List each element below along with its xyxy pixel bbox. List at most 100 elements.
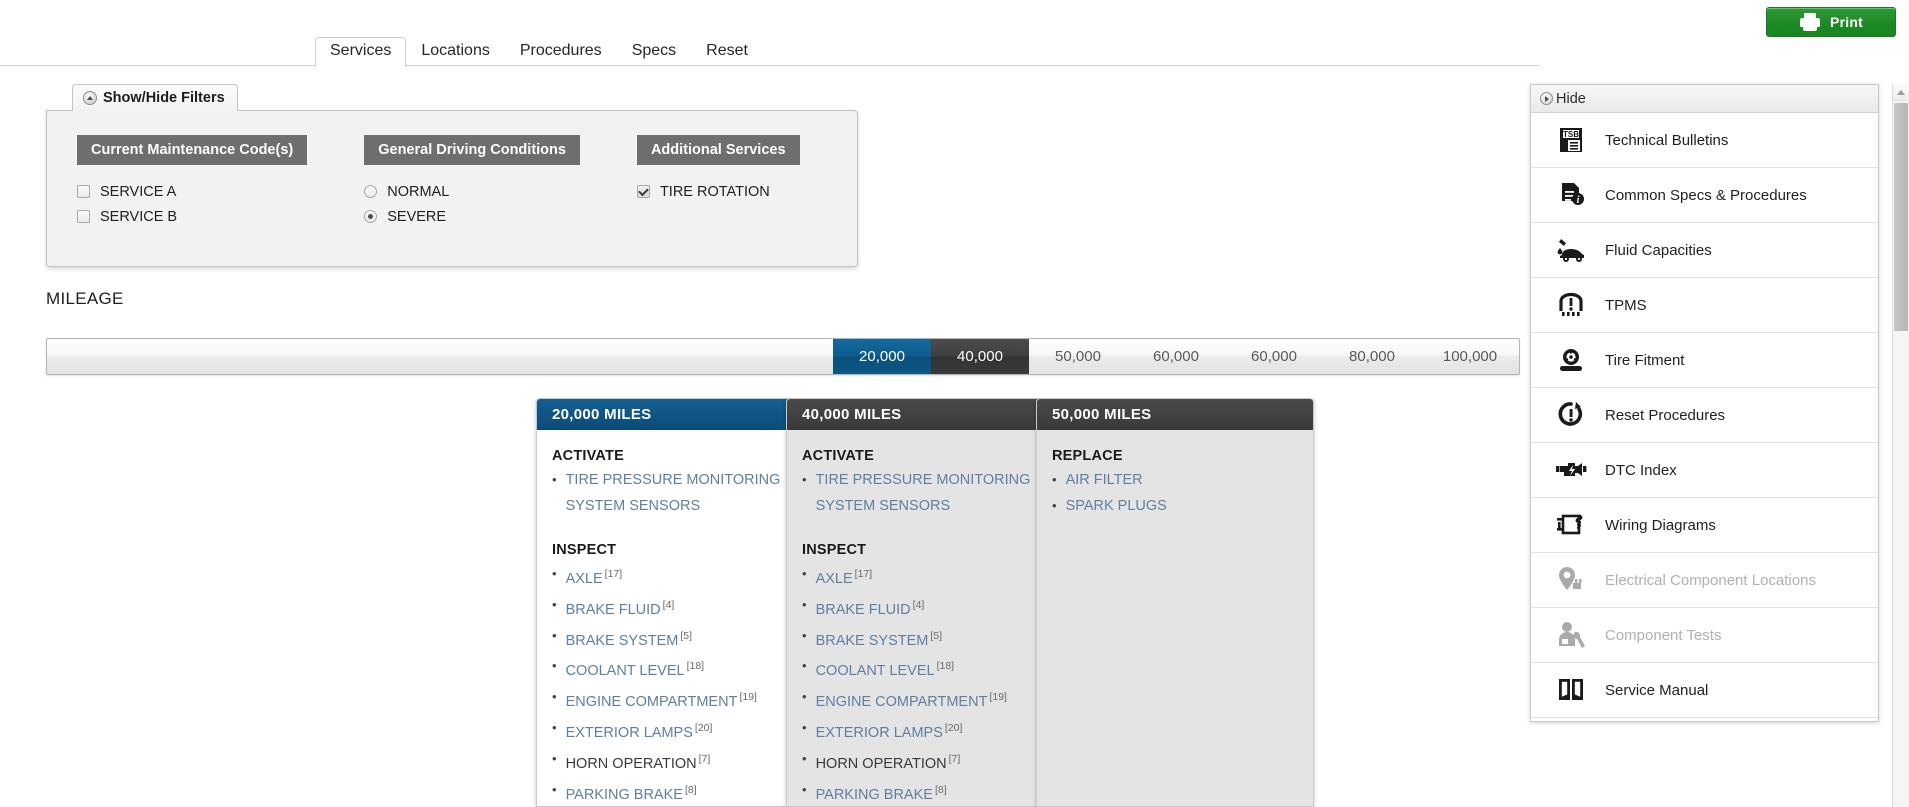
circle-triangle-right-icon — [1540, 92, 1553, 105]
bullet-icon: • — [802, 566, 807, 581]
service-item-label[interactable]: PARKING BRAKE — [566, 787, 683, 803]
resource-item-common-specs-procedures[interactable]: i Common Specs & Procedures — [1531, 168, 1878, 223]
tab-locations[interactable]: Locations — [406, 37, 505, 67]
checkbox-tire-rotation[interactable] — [636, 185, 650, 198]
filter-group-title: Current Maintenance Code(s) — [77, 135, 308, 165]
filter-option-service-b[interactable]: SERVICE B — [77, 204, 307, 229]
mileage-selector-bar[interactable]: 20,000 40,000 50,000 60,000 60,000 80,000 100,… — [46, 338, 1520, 375]
service-item-label[interactable]: ENGINE COMPARTMENT — [816, 694, 988, 710]
resource-item-service-manual[interactable]: Service Manual — [1531, 663, 1878, 718]
radio-normal[interactable] — [364, 185, 378, 198]
service-item-text: EXTERIOR LAMPS [20] — [566, 715, 713, 746]
service-item-list: • TIRE PRESSURE MONITORING SYSTEM SENSORS — [802, 467, 1051, 519]
service-item-label[interactable]: AXLE — [816, 571, 853, 587]
printer-icon — [1799, 12, 1821, 32]
service-section-heading: INSPECT — [802, 542, 867, 558]
bullet-icon: • — [1052, 498, 1057, 513]
service-item: • PARKING BRAKE [8] — [552, 777, 801, 806]
service-item-text: COOLANT LEVEL [18] — [566, 653, 705, 684]
print-button[interactable]: Print — [1766, 7, 1896, 37]
service-item-label[interactable]: TIRE PRESSURE MONITORING SYSTEM SENSORS — [566, 472, 781, 514]
mileage-segment-20000[interactable]: 20,000 — [833, 339, 931, 374]
filter-option-normal[interactable]: NORMAL — [364, 179, 580, 204]
resource-item-reset-procedures[interactable]: Reset Procedures — [1531, 388, 1878, 443]
service-item-text: TIRE PRESSURE MONITORING SYSTEM SENSORS — [566, 467, 801, 519]
resource-item-label: Technical Bulletins — [1605, 131, 1729, 149]
bullet-icon: • — [802, 472, 807, 487]
hide-panel-label: Hide — [1556, 90, 1586, 107]
service-item-reference: [19] — [739, 691, 757, 704]
tab-reset[interactable]: Reset — [691, 37, 763, 67]
service-item-label[interactable]: BRAKE FLUID — [566, 602, 661, 618]
bullet-icon: • — [1052, 472, 1057, 487]
service-card-40000: 40,000 MILES ACTIVATE • TIRE PRESSURE MONIT… — [786, 398, 1064, 807]
mileage-segment-60000[interactable]: 60,000 — [1127, 339, 1225, 374]
hide-panel-button[interactable]: Hide — [1531, 85, 1878, 113]
resource-item-tire-fitment[interactable]: Tire Fitment — [1531, 333, 1878, 388]
filter-option-severe[interactable]: SEVERE — [364, 204, 580, 229]
open-book-icon — [1553, 673, 1589, 707]
bullet-icon: • — [552, 658, 557, 674]
service-item: • HORN OPERATION [7] — [802, 746, 1051, 777]
checkbox-service-b[interactable] — [77, 210, 90, 223]
service-item-label[interactable]: EXTERIOR LAMPS — [816, 725, 943, 741]
show-hide-filters-toggle[interactable]: Show/Hide Filters — [72, 84, 238, 111]
mileage-section-label: MILEAGE — [46, 289, 124, 308]
filter-option-tire-rotation[interactable]: TIRE ROTATION — [636, 179, 800, 204]
filter-group-general-driving-conditions: General Driving Conditions NORMAL SEVERE — [364, 135, 580, 266]
service-item-label[interactable]: ENGINE COMPARTMENT — [566, 694, 738, 710]
service-item: • COOLANT LEVEL [18] — [552, 653, 801, 684]
mileage-segment-50000[interactable]: 50,000 — [1029, 339, 1127, 374]
service-item: • ENGINE COMPARTMENT [19] — [802, 684, 1051, 715]
service-item-label[interactable]: BRAKE FLUID — [816, 602, 911, 618]
resource-item-technical-bulletins[interactable]: TSB Technical Bulletins — [1531, 113, 1878, 168]
service-item-label[interactable]: COOLANT LEVEL — [566, 663, 685, 679]
checkbox-service-a[interactable] — [77, 185, 90, 198]
svg-text:TSB: TSB — [1563, 130, 1579, 139]
mileage-segment-100000[interactable]: 100,000 — [1421, 339, 1519, 374]
service-card-title: 50,000 MILES — [1037, 399, 1313, 430]
service-item-label[interactable]: AIR FILTER — [1066, 472, 1143, 488]
service-item-text: ENGINE COMPARTMENT [19] — [566, 684, 757, 715]
service-item-label[interactable]: EXTERIOR LAMPS — [566, 725, 693, 741]
service-item-label[interactable]: SPARK PLUGS — [1066, 498, 1167, 514]
filter-option-label: TIRE ROTATION — [659, 183, 770, 200]
page-scrollbar[interactable] — [1892, 84, 1909, 807]
filter-group-title: General Driving Conditions — [364, 135, 580, 165]
radio-severe[interactable] — [364, 210, 378, 223]
service-item-label[interactable]: PARKING BRAKE — [816, 787, 933, 803]
tab-specs[interactable]: Specs — [617, 37, 691, 67]
filter-group-current-maintenance-code-s: Current Maintenance Code(s) SERVICE A SERV… — [77, 135, 308, 266]
service-item-label[interactable]: TIRE PRESSURE MONITORING SYSTEM SENSORS — [816, 472, 1031, 514]
scrollbar-thumb[interactable] — [1894, 103, 1908, 331]
service-item-label[interactable]: AXLE — [566, 571, 603, 587]
tab-procedures[interactable]: Procedures — [505, 37, 617, 67]
resource-item-label: Common Specs & Procedures — [1605, 186, 1807, 204]
bullet-icon: • — [552, 720, 557, 736]
service-item-label[interactable]: COOLANT LEVEL — [816, 663, 935, 679]
resource-item-wiring-diagrams[interactable]: Wiring Diagrams — [1531, 498, 1878, 553]
service-item-label[interactable]: BRAKE SYSTEM — [566, 632, 679, 648]
filter-group-title: Additional Services — [636, 135, 800, 165]
service-item-text: BRAKE SYSTEM [5] — [566, 623, 693, 654]
service-item-text: AXLE [17] — [566, 561, 623, 592]
service-card-50000: 50,000 MILES REPLACE • AIR FILTER • SPARK PLU… — [1036, 398, 1314, 807]
resources-list: TSB Technical Bulletins i Common Specs & Pr… — [1531, 113, 1878, 718]
tab-services[interactable]: Services — [315, 37, 407, 67]
resource-item-tpms[interactable]: TPMS — [1531, 278, 1878, 333]
filter-option-label: SEVERE — [387, 208, 447, 225]
service-item-reference: [4] — [662, 598, 675, 611]
service-item-reference: [8] — [934, 783, 947, 796]
service-item-text: PARKING BRAKE [8] — [816, 777, 947, 806]
mileage-segment-80000[interactable]: 80,000 — [1323, 339, 1421, 374]
resource-item-dtc-index[interactable]: DTC Index — [1531, 443, 1878, 498]
mileage-segment-60000[interactable]: 60,000 — [1225, 339, 1323, 374]
scroll-up-arrow-icon[interactable] — [1893, 84, 1909, 101]
service-item-label[interactable]: BRAKE SYSTEM — [816, 632, 929, 648]
mileage-segment-40000[interactable]: 40,000 — [931, 339, 1029, 374]
tab-bar: Services Locations Procedures Specs Reset — [0, 37, 1540, 67]
resource-item-fluid-capacities[interactable]: Fluid Capacities — [1531, 223, 1878, 278]
service-item: • BRAKE SYSTEM [5] — [552, 623, 801, 654]
app-root: Print Services Locations Procedures Specs Re… — [0, 0, 1909, 807]
filter-option-service-a[interactable]: SERVICE A — [77, 179, 307, 204]
